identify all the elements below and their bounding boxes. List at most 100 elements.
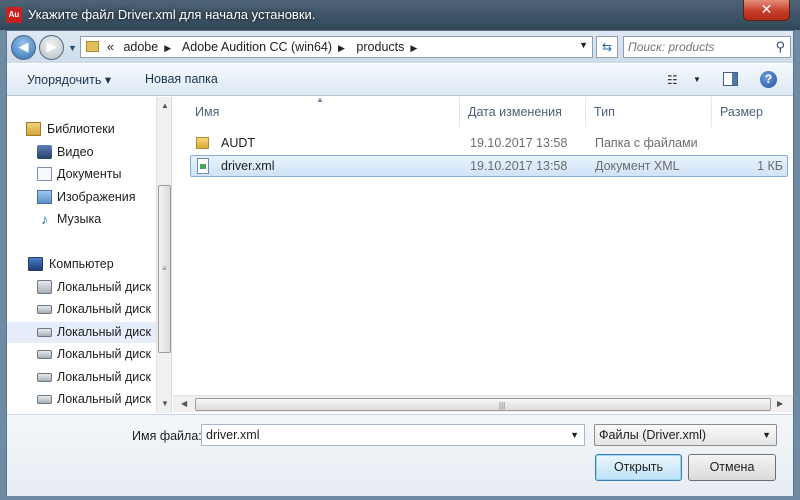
- nav-item-label: Локальный диск: [57, 392, 151, 406]
- horizontal-scrollbar[interactable]: ◀ ||| ▶: [173, 395, 793, 412]
- preview-pane-icon[interactable]: [723, 72, 738, 86]
- search-input[interactable]: [628, 39, 768, 55]
- breadcrumb-item-audition[interactable]: Adobe Audition CC (win64): [182, 40, 332, 54]
- chevron-right-icon[interactable]: ▶: [410, 43, 417, 53]
- nav-item-label: Библиотеки: [47, 122, 115, 136]
- scrollbar-thumb[interactable]: ≡: [158, 185, 171, 353]
- folder-icon: [86, 41, 99, 52]
- cancel-button[interactable]: Отмена: [688, 454, 776, 481]
- title-bar: Au Укажите файл Driver.xml для начала ус…: [0, 0, 800, 30]
- file-type: Документ XML: [595, 159, 680, 173]
- column-header-label: Тип: [594, 105, 615, 119]
- chevron-down-icon[interactable]: ▼: [762, 430, 771, 440]
- scroll-right-icon[interactable]: ▶: [777, 399, 783, 408]
- pictures-library-icon: [37, 190, 52, 204]
- column-header-label: Дата изменения: [468, 105, 562, 119]
- nav-item-pictures[interactable]: Изображения: [7, 187, 157, 208]
- system-disk-icon: [37, 280, 52, 294]
- file-date: 19.10.2017 13:58: [470, 159, 568, 173]
- column-header-label: Имя: [195, 105, 220, 119]
- view-options-icon[interactable]: ☷: [667, 73, 678, 87]
- nav-item-local-disk-6[interactable]: Локальный диск: [7, 389, 157, 410]
- filename-label: Имя файла:: [132, 429, 202, 443]
- grip-icon: ≡: [162, 264, 167, 273]
- nav-item-local-disk-2[interactable]: Локальный диск: [7, 299, 157, 320]
- help-icon[interactable]: ?: [760, 71, 777, 88]
- computer-icon: [28, 257, 43, 271]
- file-name: driver.xml: [221, 159, 275, 173]
- breadcrumb-overflow[interactable]: «: [107, 40, 114, 54]
- nav-item-documents[interactable]: Документы: [7, 164, 157, 185]
- file-name: AUDT: [221, 136, 256, 150]
- nav-item-local-disk-1[interactable]: Локальный диск: [7, 277, 157, 298]
- window-title: Укажите файл Driver.xml для начала устан…: [28, 7, 316, 22]
- address-bar[interactable]: « adobe ▶ Adobe Audition CC (win64) ▶ prod…: [80, 36, 593, 58]
- table-row[interactable]: AUDT 19.10.2017 13:58 Папка с файлами: [190, 133, 788, 155]
- organize-menu-button[interactable]: Упорядочить ▾: [27, 72, 111, 87]
- video-library-icon: [37, 145, 52, 159]
- nav-item-local-disk-4[interactable]: Локальный диск: [7, 344, 157, 365]
- column-header-label: Размер: [720, 105, 763, 119]
- search-box[interactable]: ⚲: [623, 36, 791, 58]
- breadcrumb-item-products[interactable]: products: [356, 40, 404, 54]
- file-type-filter-select[interactable]: Файлы (Driver.xml) ▼: [594, 424, 777, 446]
- table-row-selected[interactable]: driver.xml 19.10.2017 13:58 Документ XML…: [190, 155, 788, 177]
- command-toolbar: Упорядочить ▾ Новая папка ☷ ▼ ?: [7, 64, 793, 96]
- column-header-type[interactable]: Тип: [586, 97, 712, 127]
- xml-file-icon: [197, 158, 209, 174]
- open-button[interactable]: Открыть: [595, 454, 682, 481]
- scrollbar-thumb[interactable]: |||: [195, 398, 771, 411]
- filename-input[interactable]: [206, 427, 556, 443]
- nav-item-label: Изображения: [57, 190, 136, 204]
- column-header-name[interactable]: ▲ Имя: [173, 95, 460, 127]
- nav-item-local-disk-5[interactable]: Локальный диск: [7, 367, 157, 388]
- search-icon[interactable]: ⚲: [775, 39, 785, 55]
- adobe-audition-app-icon: Au: [6, 7, 22, 23]
- address-dropdown-icon[interactable]: ▼: [579, 40, 588, 50]
- disk-icon: [37, 395, 52, 404]
- file-date: 19.10.2017 13:58: [470, 136, 568, 150]
- navigation-scrollbar[interactable]: ▲ ≡ ▼: [156, 97, 171, 413]
- nav-item-video[interactable]: Видео: [7, 142, 157, 163]
- file-open-dialog: ◀ ▶ ▼ « adobe ▶ Adobe Audition CC (win64)…: [6, 30, 794, 496]
- breadcrumb: « adobe ▶ Adobe Audition CC (win64) ▶ prod…: [107, 40, 425, 54]
- refresh-icon[interactable]: ⇆: [596, 36, 618, 58]
- view-dropdown-icon[interactable]: ▼: [693, 75, 701, 84]
- file-type-filter-value: Файлы (Driver.xml): [599, 428, 707, 442]
- dialog-footer: Имя файла: ▼ Файлы (Driver.xml) ▼ Открыт…: [7, 414, 793, 496]
- nav-item-computer[interactable]: Компьютер: [7, 254, 157, 275]
- disk-icon: [37, 305, 52, 314]
- file-list: ▲ Имя Дата изменения Тип Размер AUDT 19.…: [173, 95, 793, 413]
- documents-library-icon: [37, 167, 52, 181]
- file-size: 1 КБ: [757, 159, 783, 173]
- back-button[interactable]: ◀: [11, 35, 36, 60]
- nav-item-label: Локальный диск: [57, 370, 151, 384]
- scroll-down-icon[interactable]: ▼: [161, 399, 169, 408]
- disk-icon: [37, 373, 52, 382]
- chevron-right-icon[interactable]: ▶: [338, 43, 345, 53]
- navigation-pane: Библиотеки Видео Документы Изображения ♪…: [7, 97, 172, 413]
- column-header-size[interactable]: Размер: [712, 97, 793, 127]
- chevron-right-icon[interactable]: ▶: [164, 43, 171, 53]
- breadcrumb-item-adobe[interactable]: adobe: [123, 40, 158, 54]
- filename-combobox[interactable]: ▼: [201, 424, 585, 446]
- nav-item-music[interactable]: ♪ Музыка: [7, 209, 157, 230]
- scroll-up-icon[interactable]: ▲: [161, 101, 169, 110]
- recent-locations-dropdown[interactable]: ▼: [68, 43, 77, 53]
- nav-item-label: Локальный диск: [57, 325, 151, 339]
- column-header-date[interactable]: Дата изменения: [460, 97, 586, 127]
- nav-item-label: Музыка: [57, 212, 102, 226]
- forward-button[interactable]: ▶: [39, 35, 64, 60]
- nav-item-libraries[interactable]: Библиотеки: [7, 119, 157, 140]
- close-window-button[interactable]: ✕: [743, 0, 790, 21]
- nav-item-local-disk-3[interactable]: Локальный диск: [7, 322, 157, 343]
- disk-icon: [37, 328, 52, 337]
- chevron-down-icon[interactable]: ▼: [570, 430, 579, 440]
- scroll-left-icon[interactable]: ◀: [181, 399, 187, 408]
- folder-icon: [196, 137, 209, 149]
- libraries-icon: [26, 122, 41, 136]
- nav-item-label: Локальный диск: [57, 280, 151, 294]
- nav-item-label: Локальный диск: [57, 347, 151, 361]
- address-row: ◀ ▶ ▼ « adobe ▶ Adobe Audition CC (win64)…: [7, 31, 793, 63]
- new-folder-button[interactable]: Новая папка: [145, 72, 218, 86]
